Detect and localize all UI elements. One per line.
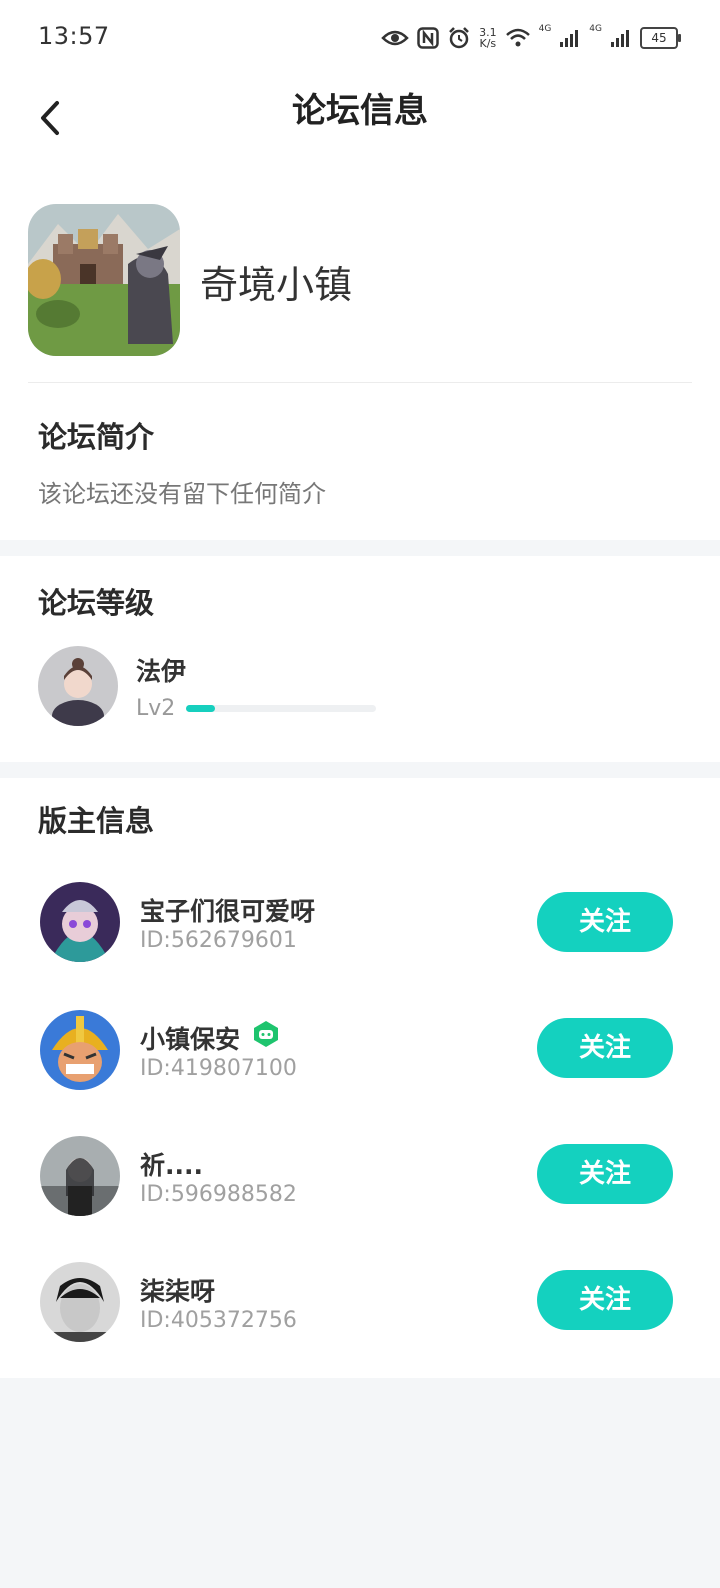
moderator-avatar[interactable] <box>40 1136 120 1216</box>
battery-icon: 45 <box>640 27 681 49</box>
moderator-row: 柒柒呀 ID:405372756 关注 <box>0 1252 720 1352</box>
forum-icon <box>28 204 180 356</box>
moderator-row: 宝子们很可爱呀 ID:562679601 关注 <box>0 874 720 974</box>
moderator-avatar[interactable] <box>40 1010 120 1090</box>
eye-icon <box>381 30 409 46</box>
page-title: 论坛信息 <box>292 91 428 131</box>
moderator-avatar[interactable] <box>40 882 120 962</box>
wifi-icon <box>505 28 530 47</box>
moderators-heading: 版主信息 <box>38 804 155 838</box>
moderators-section: 版主信息 宝子们很可爱呀 ID:562679601 关注 小镇保安 ID:419… <box>0 778 720 1378</box>
moderator-name: 祈.... <box>140 1151 203 1180</box>
user-avatar[interactable] <box>38 646 118 726</box>
chevron-left-icon <box>41 101 59 135</box>
forum-header: 奇境小镇 论坛简介 该论坛还没有留下任何简介 <box>0 164 720 540</box>
follow-button[interactable]: 关注 <box>537 1270 673 1330</box>
back-button[interactable] <box>38 94 78 142</box>
moderator-id: ID:596988582 <box>140 1182 297 1207</box>
status-bar: 13:57 3.1 K/s 4G 4G 45 <box>0 0 720 74</box>
status-time: 13:57 <box>38 22 110 50</box>
moderator-name: 宝子们很可爱呀 <box>140 897 316 926</box>
nfc-icon <box>417 27 439 49</box>
level-label: Lv2 <box>136 696 176 721</box>
level-progress-track <box>186 705 376 712</box>
game-badge-icon <box>254 1021 278 1047</box>
moderator-avatar[interactable] <box>40 1262 120 1342</box>
follow-button[interactable]: 关注 <box>537 892 673 952</box>
follow-button[interactable]: 关注 <box>537 1144 673 1204</box>
status-icons: 3.1 K/s 4G 4G 45 <box>381 20 681 56</box>
level-heading: 论坛等级 <box>38 586 155 620</box>
level-progress-fill <box>186 705 215 712</box>
forum-name: 奇境小镇 <box>200 263 353 307</box>
moderator-name: 小镇保安 <box>140 1025 241 1054</box>
alarm-icon <box>449 27 469 49</box>
level-user-name: 法伊 <box>136 657 187 686</box>
moderator-id: ID:405372756 <box>140 1308 297 1333</box>
net-type-2: 4G <box>589 24 602 34</box>
net-speed: 3.1 K/s <box>479 26 497 50</box>
signal-icon-2 <box>611 30 629 47</box>
moderator-row: 祈.... ID:596988582 关注 <box>0 1126 720 1226</box>
signal-icon-1 <box>560 30 579 47</box>
moderator-row: 小镇保安 ID:419807100 关注 <box>0 1000 720 1100</box>
divider <box>28 382 692 383</box>
level-section: 论坛等级 法伊 Lv2 <box>0 556 720 762</box>
intro-heading: 论坛简介 <box>38 420 155 454</box>
net-type-1: 4G <box>538 24 552 34</box>
follow-button[interactable]: 关注 <box>537 1018 673 1078</box>
intro-text: 该论坛还没有留下任何简介 <box>38 480 326 508</box>
moderator-id: ID:562679601 <box>140 928 297 953</box>
moderator-name: 柒柒呀 <box>140 1277 216 1306</box>
nav-bar: 论坛信息 <box>0 74 720 164</box>
moderator-id: ID:419807100 <box>140 1056 297 1081</box>
